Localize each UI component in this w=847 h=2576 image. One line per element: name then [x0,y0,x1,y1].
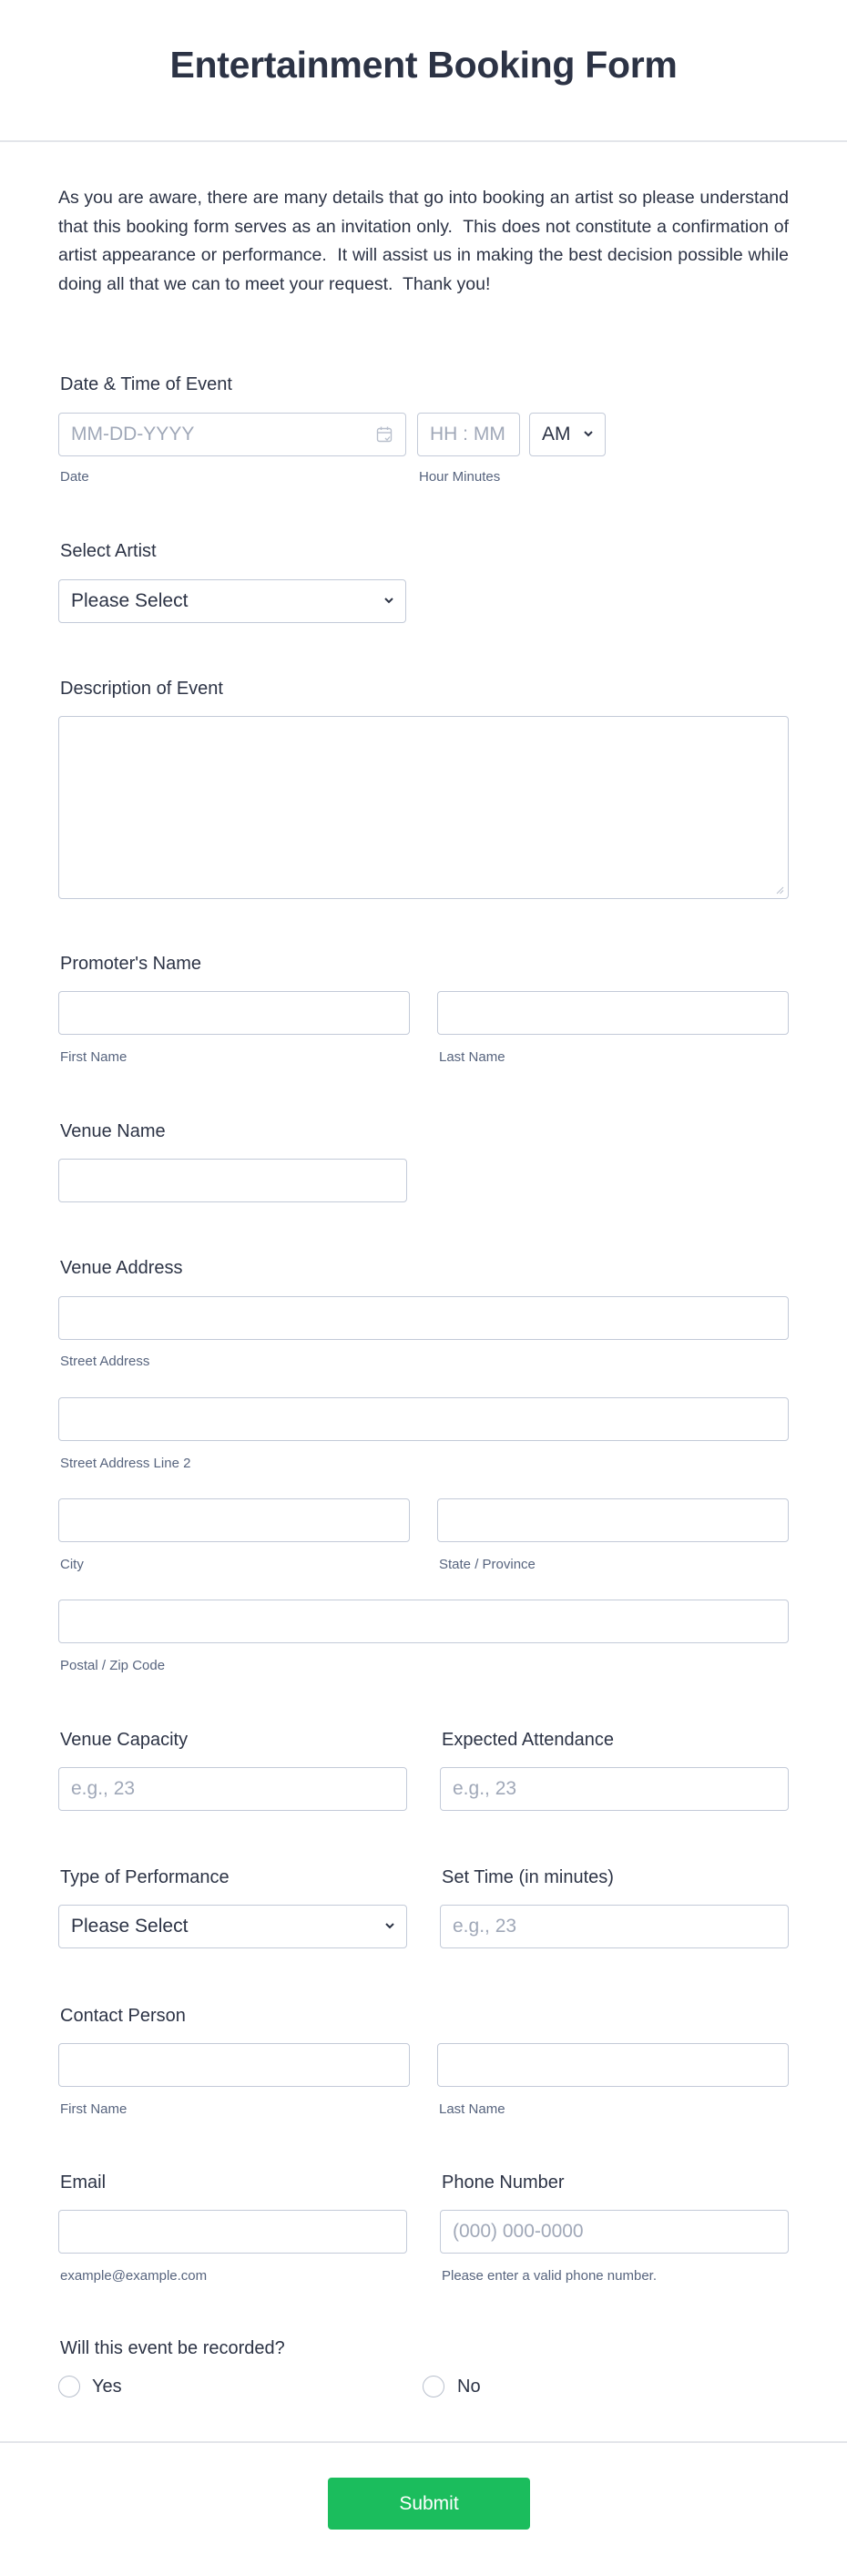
date-input[interactable]: MM-DD-YYYY [58,413,406,456]
time-input[interactable]: HH : MM [417,413,520,456]
contact-person-label: Contact Person [60,2006,186,2026]
promoter-first-name-input[interactable] [58,991,410,1035]
time-placeholder: HH : MM [430,424,505,445]
phone-input[interactable]: (000) 000-0000 [440,2210,789,2254]
venue-address-label: Venue Address [60,1258,183,1278]
promoter-first-name-sublabel: First Name [60,1049,128,1065]
date-time-label: Date & Time of Event [60,374,232,394]
description-label: Description of Event [60,679,223,699]
contact-first-name-input[interactable] [58,2043,410,2087]
contact-last-name-input[interactable] [437,2043,789,2087]
street-address-line2-input[interactable] [58,1397,789,1441]
performance-type-dropdown[interactable]: Please Select [58,1905,407,1948]
form-title: Entertainment Booking Form [169,44,678,86]
date-placeholder: MM-DD-YYYY [71,424,195,445]
chevron-down-icon [384,598,393,604]
city-sublabel: City [60,1557,84,1572]
recorded-no-radio[interactable] [423,2376,444,2397]
phone-placeholder: (000) 000-0000 [453,2221,584,2242]
ampm-value: AM [542,424,571,445]
email-sublabel: example@example.com [60,2268,208,2284]
street-address-line2-sublabel: Street Address Line 2 [60,1456,191,1471]
description-textarea[interactable] [58,716,789,899]
set-time-label: Set Time (in minutes) [442,1867,614,1887]
email-label: Email [60,2172,107,2193]
performance-type-value: Please Select [71,1916,189,1937]
venue-capacity-input[interactable]: e.g., 23 [58,1767,407,1811]
venue-capacity-label: Venue Capacity [60,1730,189,1750]
street-address-input[interactable] [58,1296,789,1340]
recorded-no-label[interactable]: No [457,2376,481,2397]
contact-first-name-sublabel: First Name [60,2101,128,2117]
select-artist-dropdown[interactable]: Please Select [58,579,406,623]
chevron-down-icon [584,431,593,437]
street-address-sublabel: Street Address [60,1354,150,1369]
email-input[interactable] [58,2210,407,2254]
intro-text: As you are aware, there are many details… [58,188,794,294]
set-time-placeholder: e.g., 23 [453,1916,517,1937]
state-province-sublabel: State / Province [439,1557,536,1572]
promoter-name-label: Promoter's Name [60,954,201,974]
city-input[interactable] [58,1498,410,1542]
calendar-icon[interactable] [376,425,393,444]
chevron-down-icon [385,1923,394,1929]
performance-type-label: Type of Performance [60,1867,230,1887]
expected-attendance-label: Expected Attendance [442,1730,615,1750]
ampm-select[interactable]: AM [529,413,606,456]
contact-last-name-sublabel: Last Name [439,2101,505,2117]
recorded-yes-radio[interactable] [58,2376,80,2397]
expected-attendance-input[interactable]: e.g., 23 [440,1767,789,1811]
promoter-last-name-sublabel: Last Name [439,1049,505,1065]
postal-code-sublabel: Postal / Zip Code [60,1658,166,1673]
recorded-yes-label[interactable]: Yes [92,2376,122,2397]
venue-capacity-placeholder: e.g., 23 [71,1778,136,1799]
postal-code-input[interactable] [58,1600,789,1643]
state-province-input[interactable] [437,1498,789,1542]
submit-button[interactable]: Submit [328,2478,530,2530]
select-artist-label: Select Artist [60,541,157,561]
date-sublabel: Date [60,469,89,485]
phone-label: Phone Number [442,2172,565,2193]
phone-sublabel: Please enter a valid phone number. [442,2268,657,2284]
header-divider [0,140,847,142]
recorded-label: Will this event be recorded? [60,2338,285,2358]
venue-name-input[interactable] [58,1159,407,1202]
resize-handle-icon[interactable] [775,885,784,894]
set-time-input[interactable]: e.g., 23 [440,1905,789,1948]
expected-attendance-placeholder: e.g., 23 [453,1778,517,1799]
time-sublabel: Hour Minutes [419,469,501,485]
select-artist-value: Please Select [71,590,189,611]
venue-name-label: Venue Name [60,1121,166,1141]
footer-divider [0,2441,847,2443]
promoter-last-name-input[interactable] [437,991,789,1035]
